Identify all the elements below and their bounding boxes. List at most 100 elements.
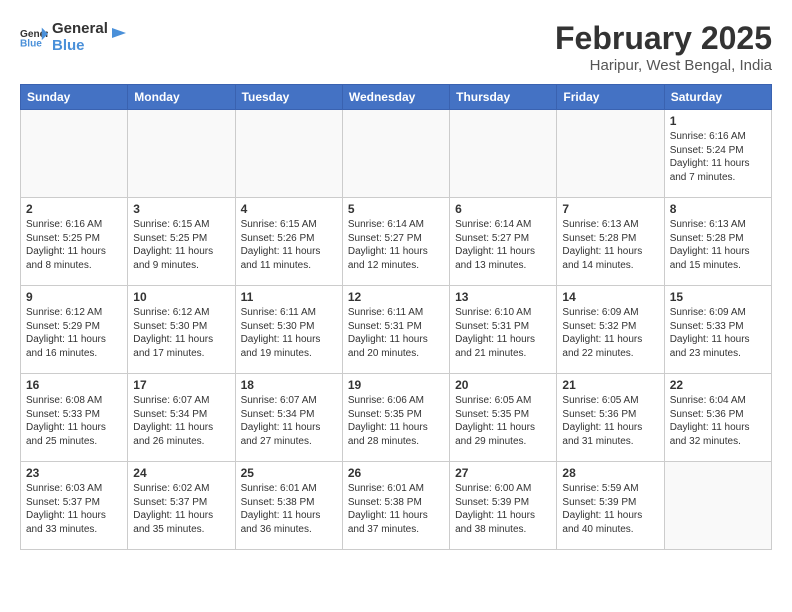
calendar-day-14: 14 Sunrise: 6:09 AMSunset: 5:32 PMDayligh… — [557, 286, 664, 374]
calendar-empty-cell — [664, 462, 771, 550]
day-number: 8 — [670, 202, 766, 216]
day-number: 26 — [348, 466, 444, 480]
day-number: 10 — [133, 290, 229, 304]
day-number: 19 — [348, 378, 444, 392]
calendar-day-18: 18 Sunrise: 6:07 AMSunset: 5:34 PMDayligh… — [235, 374, 342, 462]
day-info: Sunrise: 6:06 AMSunset: 5:35 PMDaylight:… — [348, 394, 444, 448]
day-number: 23 — [26, 466, 122, 480]
day-number: 14 — [562, 290, 658, 304]
day-info: Sunrise: 6:01 AMSunset: 5:38 PMDaylight:… — [241, 482, 337, 536]
day-number: 25 — [241, 466, 337, 480]
day-number: 13 — [455, 290, 551, 304]
day-info: Sunrise: 6:16 AMSunset: 5:25 PMDaylight:… — [26, 218, 122, 272]
day-number: 11 — [241, 290, 337, 304]
day-number: 7 — [562, 202, 658, 216]
day-number: 16 — [26, 378, 122, 392]
calendar-day-19: 19 Sunrise: 6:06 AMSunset: 5:35 PMDayligh… — [342, 374, 449, 462]
calendar-day-13: 13Sunrise: 6:10 AMSunset: 5:31 PMDayligh… — [450, 286, 557, 374]
day-info: Sunrise: 6:01 AMSunset: 5:38 PMDaylight:… — [348, 482, 444, 536]
weekday-header-saturday: Saturday — [664, 85, 771, 110]
day-number: 2 — [26, 202, 122, 216]
svg-text:Blue: Blue — [20, 39, 42, 49]
day-number: 17 — [133, 378, 229, 392]
month-year-title: February 2025 — [555, 20, 772, 57]
calendar-week-row: 23 Sunrise: 6:03 AMSunset: 5:37 PMDayligh… — [21, 462, 772, 550]
day-info: Sunrise: 6:07 AMSunset: 5:34 PMDaylight:… — [133, 394, 229, 448]
calendar-day-21: 21 Sunrise: 6:05 AMSunset: 5:36 PMDayligh… — [557, 374, 664, 462]
calendar-day-25: 25 Sunrise: 6:01 AMSunset: 5:38 PMDayligh… — [235, 462, 342, 550]
calendar-day-12: 12Sunrise: 6:11 AMSunset: 5:31 PMDayligh… — [342, 286, 449, 374]
day-number: 15 — [670, 290, 766, 304]
day-info: Sunrise: 6:15 AMSunset: 5:25 PMDaylight:… — [133, 218, 229, 272]
calendar-day-7: 7 Sunrise: 6:13 AMSunset: 5:28 PMDaylight… — [557, 198, 664, 286]
weekday-header-thursday: Thursday — [450, 85, 557, 110]
calendar-week-row: 2 Sunrise: 6:16 AMSunset: 5:25 PMDaylight… — [21, 198, 772, 286]
calendar-day-6: 6 Sunrise: 6:14 AMSunset: 5:27 PMDaylight… — [450, 198, 557, 286]
day-info: Sunrise: 6:00 AMSunset: 5:39 PMDaylight:… — [455, 482, 551, 536]
logo-arrow-icon — [108, 24, 126, 42]
day-number: 28 — [562, 466, 658, 480]
calendar-day-4: 4Sunrise: 6:15 AMSunset: 5:26 PMDaylight… — [235, 198, 342, 286]
calendar-empty-cell — [128, 110, 235, 198]
calendar-day-23: 23 Sunrise: 6:03 AMSunset: 5:37 PMDayligh… — [21, 462, 128, 550]
day-info: Sunrise: 6:11 AMSunset: 5:30 PMDaylight:… — [241, 306, 337, 360]
day-info: Sunrise: 6:13 AMSunset: 5:28 PMDaylight:… — [670, 218, 766, 272]
day-number: 22 — [670, 378, 766, 392]
day-number: 18 — [241, 378, 337, 392]
day-info: Sunrise: 6:12 AMSunset: 5:29 PMDaylight:… — [26, 306, 122, 360]
calendar-day-9: 9Sunrise: 6:12 AMSunset: 5:29 PMDaylight… — [21, 286, 128, 374]
logo-general: General — [52, 20, 108, 37]
day-info: Sunrise: 6:07 AMSunset: 5:34 PMDaylight:… — [241, 394, 337, 448]
calendar-day-8: 8 Sunrise: 6:13 AMSunset: 5:28 PMDaylight… — [664, 198, 771, 286]
day-number: 4 — [241, 202, 337, 216]
title-block: February 2025 Haripur, West Bengal, Indi… — [555, 20, 772, 74]
day-info: Sunrise: 6:09 AMSunset: 5:32 PMDaylight:… — [562, 306, 658, 360]
calendar-day-20: 20 Sunrise: 6:05 AMSunset: 5:35 PMDayligh… — [450, 374, 557, 462]
day-info: Sunrise: 6:09 AMSunset: 5:33 PMDaylight:… — [670, 306, 766, 360]
day-number: 21 — [562, 378, 658, 392]
calendar-day-24: 24 Sunrise: 6:02 AMSunset: 5:37 PMDayligh… — [128, 462, 235, 550]
day-info: Sunrise: 6:03 AMSunset: 5:37 PMDaylight:… — [26, 482, 122, 536]
day-info: Sunrise: 5:59 AMSunset: 5:39 PMDaylight:… — [562, 482, 658, 536]
calendar-empty-cell — [21, 110, 128, 198]
calendar-day-11: 11 Sunrise: 6:11 AMSunset: 5:30 PMDayligh… — [235, 286, 342, 374]
calendar-day-3: 3Sunrise: 6:15 AMSunset: 5:25 PMDaylight… — [128, 198, 235, 286]
day-number: 6 — [455, 202, 551, 216]
day-number: 20 — [455, 378, 551, 392]
day-info: Sunrise: 6:02 AMSunset: 5:37 PMDaylight:… — [133, 482, 229, 536]
location-subtitle: Haripur, West Bengal, India — [555, 57, 772, 74]
calendar-day-28: 28 Sunrise: 5:59 AMSunset: 5:39 PMDayligh… — [557, 462, 664, 550]
calendar-day-22: 22 Sunrise: 6:04 AMSunset: 5:36 PMDayligh… — [664, 374, 771, 462]
day-info: Sunrise: 6:13 AMSunset: 5:28 PMDaylight:… — [562, 218, 658, 272]
day-info: Sunrise: 6:16 AMSunset: 5:24 PMDaylight:… — [670, 130, 766, 184]
page-header: General Blue General Blue February 2025 … — [20, 20, 772, 74]
day-info: Sunrise: 6:08 AMSunset: 5:33 PMDaylight:… — [26, 394, 122, 448]
day-number: 5 — [348, 202, 444, 216]
weekday-header-wednesday: Wednesday — [342, 85, 449, 110]
calendar-day-10: 10 Sunrise: 6:12 AMSunset: 5:30 PMDayligh… — [128, 286, 235, 374]
calendar-day-26: 26 Sunrise: 6:01 AMSunset: 5:38 PMDayligh… — [342, 462, 449, 550]
day-number: 24 — [133, 466, 229, 480]
calendar-empty-cell — [342, 110, 449, 198]
day-info: Sunrise: 6:12 AMSunset: 5:30 PMDaylight:… — [133, 306, 229, 360]
weekday-header-tuesday: Tuesday — [235, 85, 342, 110]
calendar-week-row: 9Sunrise: 6:12 AMSunset: 5:29 PMDaylight… — [21, 286, 772, 374]
calendar-day-2: 2 Sunrise: 6:16 AMSunset: 5:25 PMDaylight… — [21, 198, 128, 286]
calendar-day-1: 1 Sunrise: 6:16 AMSunset: 5:24 PMDaylight… — [664, 110, 771, 198]
calendar-empty-cell — [235, 110, 342, 198]
calendar-empty-cell — [450, 110, 557, 198]
weekday-header-monday: Monday — [128, 85, 235, 110]
calendar-day-17: 17 Sunrise: 6:07 AMSunset: 5:34 PMDayligh… — [128, 374, 235, 462]
calendar-day-5: 5Sunrise: 6:14 AMSunset: 5:27 PMDaylight… — [342, 198, 449, 286]
day-info: Sunrise: 6:05 AMSunset: 5:35 PMDaylight:… — [455, 394, 551, 448]
day-number: 27 — [455, 466, 551, 480]
day-info: Sunrise: 6:14 AMSunset: 5:27 PMDaylight:… — [455, 218, 551, 272]
day-number: 1 — [670, 114, 766, 128]
calendar-day-16: 16 Sunrise: 6:08 AMSunset: 5:33 PMDayligh… — [21, 374, 128, 462]
calendar-table: SundayMondayTuesdayWednesdayThursdayFrid… — [20, 84, 772, 550]
day-info: Sunrise: 6:04 AMSunset: 5:36 PMDaylight:… — [670, 394, 766, 448]
calendar-day-27: 27 Sunrise: 6:00 AMSunset: 5:39 PMDayligh… — [450, 462, 557, 550]
calendar-week-row: 16 Sunrise: 6:08 AMSunset: 5:33 PMDayligh… — [21, 374, 772, 462]
calendar-empty-cell — [557, 110, 664, 198]
day-info: Sunrise: 6:05 AMSunset: 5:36 PMDaylight:… — [562, 394, 658, 448]
